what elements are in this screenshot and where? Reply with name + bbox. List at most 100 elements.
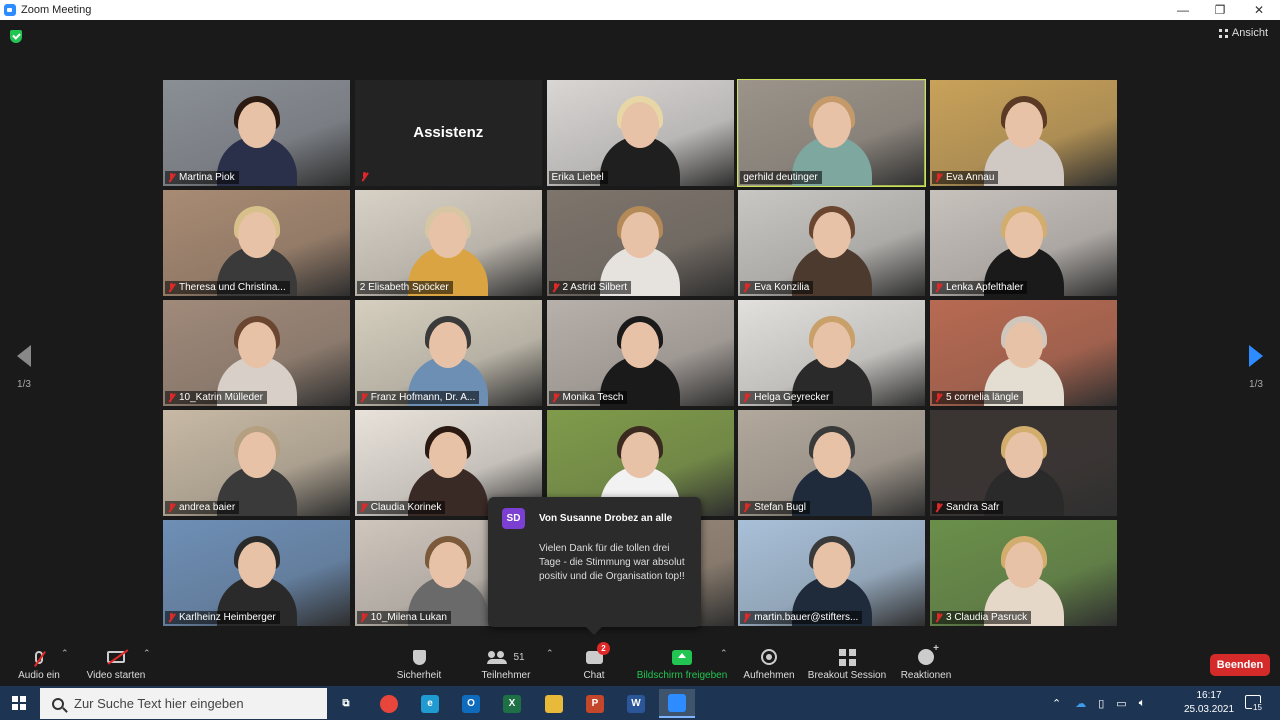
participant-tile[interactable]: Sandra Safr: [930, 410, 1117, 516]
participant-tile[interactable]: 2 Astrid Silbert: [546, 190, 734, 296]
audio-button[interactable]: Audio ein: [14, 646, 64, 681]
record-button[interactable]: Aufnehmen: [740, 646, 798, 681]
shield-check-icon[interactable]: [10, 30, 22, 43]
participant-name-tag: Erika Liebel: [548, 171, 608, 184]
participant-name: 3 Claudia Pasruck: [946, 612, 1028, 623]
participant-name: Erika Liebel: [551, 172, 604, 183]
page-indicator-left: 1/3: [17, 379, 31, 390]
next-page-button[interactable]: 1/3: [1241, 345, 1271, 390]
window-titlebar: Zoom Meeting — ❐ ✕: [0, 0, 1280, 20]
participant-tile[interactable]: Helga Geyrecker: [738, 300, 926, 406]
participant-tile[interactable]: Theresa und Christina...: [163, 190, 350, 296]
mic-muted-icon: [168, 283, 175, 292]
audio-options-caret-icon[interactable]: ⌃: [61, 648, 69, 659]
participants-label: Teilnehmer: [481, 670, 531, 681]
participant-tile[interactable]: Eva Konzilia: [738, 190, 926, 296]
reactions-button[interactable]: Reaktionen: [896, 643, 956, 681]
participant-tile[interactable]: Martina Piok: [163, 80, 350, 186]
mic-muted-icon: [935, 283, 942, 292]
participant-tile[interactable]: 5 cornelia längle: [930, 300, 1117, 406]
taskbar-app-powerpoint[interactable]: P: [577, 689, 613, 718]
cloud-icon[interactable]: ☁: [1075, 697, 1086, 710]
taskbar-app-file-explorer[interactable]: [536, 689, 572, 718]
participant-tile[interactable]: Assistenz: [354, 80, 542, 186]
security-label: Sicherheit: [396, 670, 442, 681]
view-button[interactable]: Ansicht: [1218, 27, 1268, 39]
security-button[interactable]: Sicherheit: [394, 646, 444, 681]
participant-name-tag: Stefan Bugl: [740, 501, 810, 514]
video-options-caret-icon[interactable]: ⌃: [143, 648, 151, 659]
participant-tile[interactable]: 10_Katrin Mülleder: [163, 300, 350, 406]
video-button[interactable]: Video starten: [84, 646, 148, 681]
participant-tile[interactable]: Lenka Apfelthaler: [930, 190, 1117, 296]
participant-name: Franz Hofmann, Dr. A...: [370, 392, 476, 403]
participant-tile[interactable]: Erika Liebel: [546, 80, 734, 186]
close-button[interactable]: ✕: [1239, 0, 1279, 20]
participant-name: gerhild deutinger: [743, 172, 818, 183]
breakout-button[interactable]: Breakout Session: [806, 646, 888, 681]
participant-tile[interactable]: Stefan Bugl: [738, 410, 926, 516]
taskbar-app-excel[interactable]: X: [494, 689, 530, 718]
participant-name-tag: Helga Geyrecker: [740, 391, 834, 404]
participant-tile[interactable]: Franz Hofmann, Dr. A...: [354, 300, 542, 406]
powerpoint-icon: P: [586, 694, 604, 713]
share-screen-icon: [672, 649, 692, 665]
participant-face: [812, 322, 851, 368]
participant-name: 5 cornelia längle: [946, 392, 1019, 403]
windows-start-icon[interactable]: [12, 696, 26, 710]
participant-tile[interactable]: Monika Tesch: [546, 300, 734, 406]
participant-face: [237, 432, 276, 478]
participant-name: 10_Katrin Mülleder: [179, 392, 263, 403]
participant-name-tag: Claudia Korinek: [356, 501, 446, 514]
mic-muted-icon: [552, 393, 559, 402]
previous-page-button[interactable]: 1/3: [9, 345, 39, 390]
taskbar-app-zoom[interactable]: [659, 689, 695, 718]
page-indicator-right: 1/3: [1249, 379, 1263, 390]
minimize-button[interactable]: —: [1163, 0, 1203, 20]
taskbar-clock[interactable]: 16:17 25.03.2021: [1183, 689, 1235, 717]
mic-muted-icon: [935, 503, 942, 512]
participant-name: Stefan Bugl: [754, 502, 806, 513]
share-screen-button[interactable]: Bildschirm freigeben: [632, 646, 732, 681]
taskbar-app-task-view[interactable]: ⧉: [328, 689, 364, 718]
maximize-button[interactable]: ❐: [1200, 0, 1240, 20]
chat-button[interactable]: 2 Chat: [574, 642, 614, 681]
participant-tile[interactable]: andrea baier: [163, 410, 350, 516]
participant-tile[interactable]: gerhild deutinger: [737, 79, 927, 187]
chevron-up-icon[interactable]: ⌃: [1052, 697, 1061, 710]
participant-name-tag: Monika Tesch: [548, 391, 628, 404]
chat-label: Chat: [583, 670, 605, 681]
participant-name: Theresa und Christina...: [179, 282, 286, 293]
participant-name-tag: Sandra Safr: [932, 501, 1004, 514]
participant-name: Claudia Korinek: [370, 502, 442, 513]
video-label: Video starten: [86, 670, 146, 681]
share-options-caret-icon[interactable]: ⌃: [720, 648, 728, 659]
search-input[interactable]: [74, 696, 314, 711]
participant-face: [429, 322, 468, 368]
chat-notification-popup[interactable]: SD Von Susanne Drobez an alle Vielen Dan…: [488, 497, 701, 635]
taskbar-app-outlook[interactable]: O: [453, 689, 489, 718]
participant-tile[interactable]: 2 Elisabeth Spöcker: [354, 190, 542, 296]
volume-icon[interactable]: 🔈︎: [1139, 697, 1146, 710]
participant-tile[interactable]: Karlheinz Heimberger: [163, 520, 350, 626]
participant-tile[interactable]: 3 Claudia Pasruck: [930, 520, 1117, 626]
taskbar-search[interactable]: [40, 688, 327, 719]
end-meeting-button[interactable]: Beenden: [1210, 654, 1270, 676]
breakout-icon: [838, 648, 856, 666]
people-icon: [487, 650, 508, 664]
participant-name: Eva Annau: [946, 172, 995, 183]
participant-face: [1004, 542, 1043, 588]
taskbar-app-edge[interactable]: e: [412, 689, 448, 718]
participant-name-tag: Franz Hofmann, Dr. A...: [356, 391, 480, 404]
participant-tile[interactable]: Eva Annau: [930, 80, 1117, 186]
participant-face: [1004, 322, 1043, 368]
taskbar-app-word[interactable]: W: [618, 689, 654, 718]
record-icon: [761, 649, 777, 665]
participant-tile[interactable]: martin.bauer@stifters...: [738, 520, 926, 626]
participants-button[interactable]: 51 Teilnehmer: [476, 646, 536, 681]
participants-options-caret-icon[interactable]: ⌃: [546, 648, 554, 659]
device-icon[interactable]: ▯: [1098, 697, 1104, 710]
battery-icon[interactable]: ▭: [1116, 697, 1126, 710]
taskbar-app-chrome[interactable]: [371, 689, 407, 718]
audio-label: Audio ein: [18, 670, 60, 681]
